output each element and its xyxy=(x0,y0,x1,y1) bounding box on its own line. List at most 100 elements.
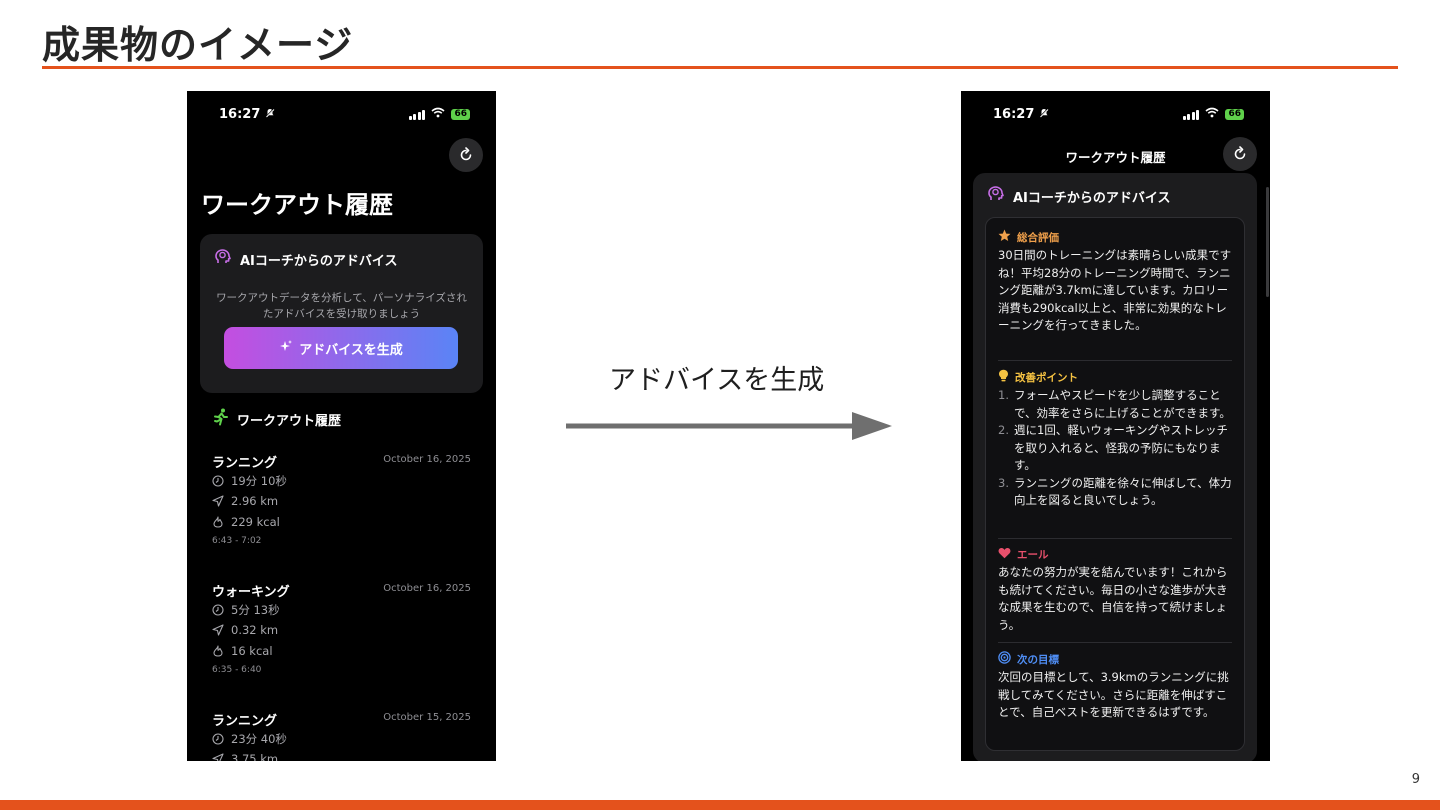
ai-coach-description: ワークアウトデータを分析して、パーソナライズされたアドバイスを受け取りましょう xyxy=(216,292,467,320)
overall-evaluation-section: 総合評価 30日間のトレーニングは素晴らしい成果ですね！平均28分のトレーニング… xyxy=(998,229,1232,335)
workout-history-title: ワークアウト履歴 xyxy=(237,413,342,429)
status-icons: 66 xyxy=(408,107,470,122)
improvement-list: 1. フォームやスピードを少し調整することで、効率をさらに上げることができます。 … xyxy=(998,387,1232,510)
clock-icon xyxy=(212,475,224,487)
right-arrow-icon xyxy=(566,412,892,440)
location-arrow-icon xyxy=(212,495,224,507)
ai-advice-title: AIコーチからのアドバイス xyxy=(1013,190,1171,206)
bell-slash-icon xyxy=(1039,107,1049,122)
workout-distance: 3.75 km xyxy=(231,752,279,761)
arrow-label: アドバイスを生成 xyxy=(609,365,825,396)
workout-duration: 19分 10秒 xyxy=(231,474,287,488)
workout-name: ウォーキング xyxy=(212,585,290,600)
cheer-section: エール あなたの努力が実を結んでいます！これからも続けてください。毎日の小さな進… xyxy=(998,547,1232,634)
workout-calories-row: 229 kcal xyxy=(212,515,280,529)
workout-duration-row: 5分 13秒 xyxy=(212,602,280,618)
brain-head-icon xyxy=(214,248,232,270)
ai-coach-card-title: AIコーチからのアドバイス xyxy=(240,253,398,269)
brain-head-icon xyxy=(987,185,1005,207)
cheer-title: エール xyxy=(1017,548,1049,561)
refresh-icon xyxy=(460,147,472,161)
generate-advice-button[interactable]: アドバイスを生成 xyxy=(224,327,458,369)
cell-signal-icon xyxy=(1182,109,1200,120)
improvement-item: 2. 週に1回、軽いウォーキングやストレッチを取り入れると、怪我の予防にもなります… xyxy=(998,423,1228,472)
improvement-header: 改善ポイント xyxy=(998,369,1232,385)
ai-advice-sheet: AIコーチからのアドバイス 総合評価 30日間のトレーニングは素晴らしい成果です… xyxy=(973,173,1257,761)
workout-duration: 23分 40秒 xyxy=(231,732,287,746)
workout-list-item[interactable]: ランニング October 15, 2025 23分 40秒 3.75 km xyxy=(212,710,471,761)
cheer-text: あなたの努力が実を結んでいます！これからも続けてください。毎日の小さな進歩が大き… xyxy=(998,565,1228,632)
status-time: 16:27 xyxy=(219,107,275,122)
workout-date: October 15, 2025 xyxy=(383,712,471,723)
section-divider xyxy=(998,538,1232,539)
page-number: 9 xyxy=(1411,772,1420,787)
section-divider xyxy=(998,642,1232,643)
flame-icon xyxy=(212,645,224,657)
star-icon xyxy=(998,229,1011,245)
workout-calories-row: 16 kcal xyxy=(212,644,273,658)
phone-screenshot-before: 16:27 66 ワークアウト履歴 AIコーチからのアドバイス ワークアウトデー… xyxy=(187,91,496,761)
lightbulb-icon xyxy=(998,369,1009,385)
workout-time-range: 6:35 - 6:40 xyxy=(212,665,262,675)
workout-duration-row: 19分 10秒 xyxy=(212,473,287,489)
workout-date: October 16, 2025 xyxy=(383,454,471,465)
overall-evaluation-header: 総合評価 xyxy=(998,229,1232,245)
battery-indicator: 66 xyxy=(451,109,470,120)
workout-distance-row: 0.32 km xyxy=(212,623,278,637)
phone-screenshot-after: 16:27 66 ワークアウト履歴 AIコーチからのアドバイス 総合評価 30日… xyxy=(961,91,1270,761)
title-underline xyxy=(42,66,1398,69)
page-title: ワークアウト履歴 xyxy=(201,191,393,219)
section-divider xyxy=(998,360,1232,361)
status-time: 16:27 xyxy=(993,107,1049,122)
target-icon xyxy=(998,651,1011,667)
workout-history-header: ワークアウト履歴 xyxy=(213,408,341,430)
next-goal-header: 次の目標 xyxy=(998,651,1232,667)
workout-duration-row: 23分 40秒 xyxy=(212,731,287,747)
workout-calories: 229 kcal xyxy=(231,515,280,529)
location-arrow-icon xyxy=(212,624,224,636)
running-figure-icon xyxy=(213,408,229,430)
location-arrow-icon xyxy=(212,753,224,761)
refresh-button[interactable] xyxy=(1223,137,1257,171)
improvement-title: 改善ポイント xyxy=(1015,371,1078,384)
workout-distance: 0.32 km xyxy=(231,623,279,637)
slide-title: 成果物のイメージ xyxy=(42,23,354,67)
workout-date: October 16, 2025 xyxy=(383,583,471,594)
footer-bar xyxy=(0,800,1440,810)
next-goal-title: 次の目標 xyxy=(1017,653,1059,666)
cheer-header: エール xyxy=(998,547,1232,561)
improvement-item: 3. ランニングの距離を徐々に伸ばして、体力向上を図ると良いでしょう。 xyxy=(998,475,1232,508)
flame-icon xyxy=(212,516,224,528)
workout-duration: 5分 13秒 xyxy=(231,603,280,617)
workout-list-item[interactable]: ウォーキング October 16, 2025 5分 13秒 0.32 km 1… xyxy=(212,581,471,691)
refresh-button[interactable] xyxy=(449,138,483,172)
workout-calories: 16 kcal xyxy=(231,644,273,658)
heart-icon xyxy=(998,547,1011,562)
next-goal-section: 次の目標 次回の目標として、3.9kmのランニングに挑戦してみてください。さらに… xyxy=(998,651,1232,722)
overall-evaluation-title: 総合評価 xyxy=(1017,231,1059,244)
clock-icon xyxy=(212,733,224,745)
ai-advice-header: AIコーチからのアドバイス xyxy=(987,185,1171,207)
workout-name: ランニング xyxy=(212,456,278,471)
refresh-icon xyxy=(1234,146,1246,160)
ai-advice-content: 総合評価 30日間のトレーニングは素晴らしい成果ですね！平均28分のトレーニング… xyxy=(985,217,1245,751)
workout-name: ランニング xyxy=(212,714,278,729)
overall-evaluation-text: 30日間のトレーニングは素晴らしい成果ですね！平均28分のトレーニング時間で、ラ… xyxy=(998,248,1232,332)
status-bar: 16:27 66 xyxy=(187,107,496,125)
workout-list-item[interactable]: ランニング October 16, 2025 19分 10秒 2.96 km 2… xyxy=(212,452,471,562)
generate-advice-label: アドバイスを生成 xyxy=(299,342,403,358)
ai-coach-card: AIコーチからのアドバイス ワークアウトデータを分析して、パーソナライズされたア… xyxy=(200,234,483,393)
ai-coach-card-header: AIコーチからのアドバイス xyxy=(214,248,398,270)
wifi-icon xyxy=(431,107,445,122)
workout-time-range: 6:43 - 7:02 xyxy=(212,536,262,546)
improvement-item: 1. フォームやスピードを少し調整することで、効率をさらに上げることができます。 xyxy=(998,388,1231,420)
workout-distance: 2.96 km xyxy=(231,494,279,508)
scrollbar[interactable] xyxy=(1266,187,1269,297)
status-bar: 16:27 66 xyxy=(961,107,1270,125)
clock-icon xyxy=(212,604,224,616)
battery-indicator: 66 xyxy=(1225,109,1244,120)
workout-distance-row: 3.75 km xyxy=(212,752,278,761)
cell-signal-icon xyxy=(408,109,426,120)
bell-slash-icon xyxy=(265,107,275,122)
status-icons: 66 xyxy=(1182,107,1244,122)
